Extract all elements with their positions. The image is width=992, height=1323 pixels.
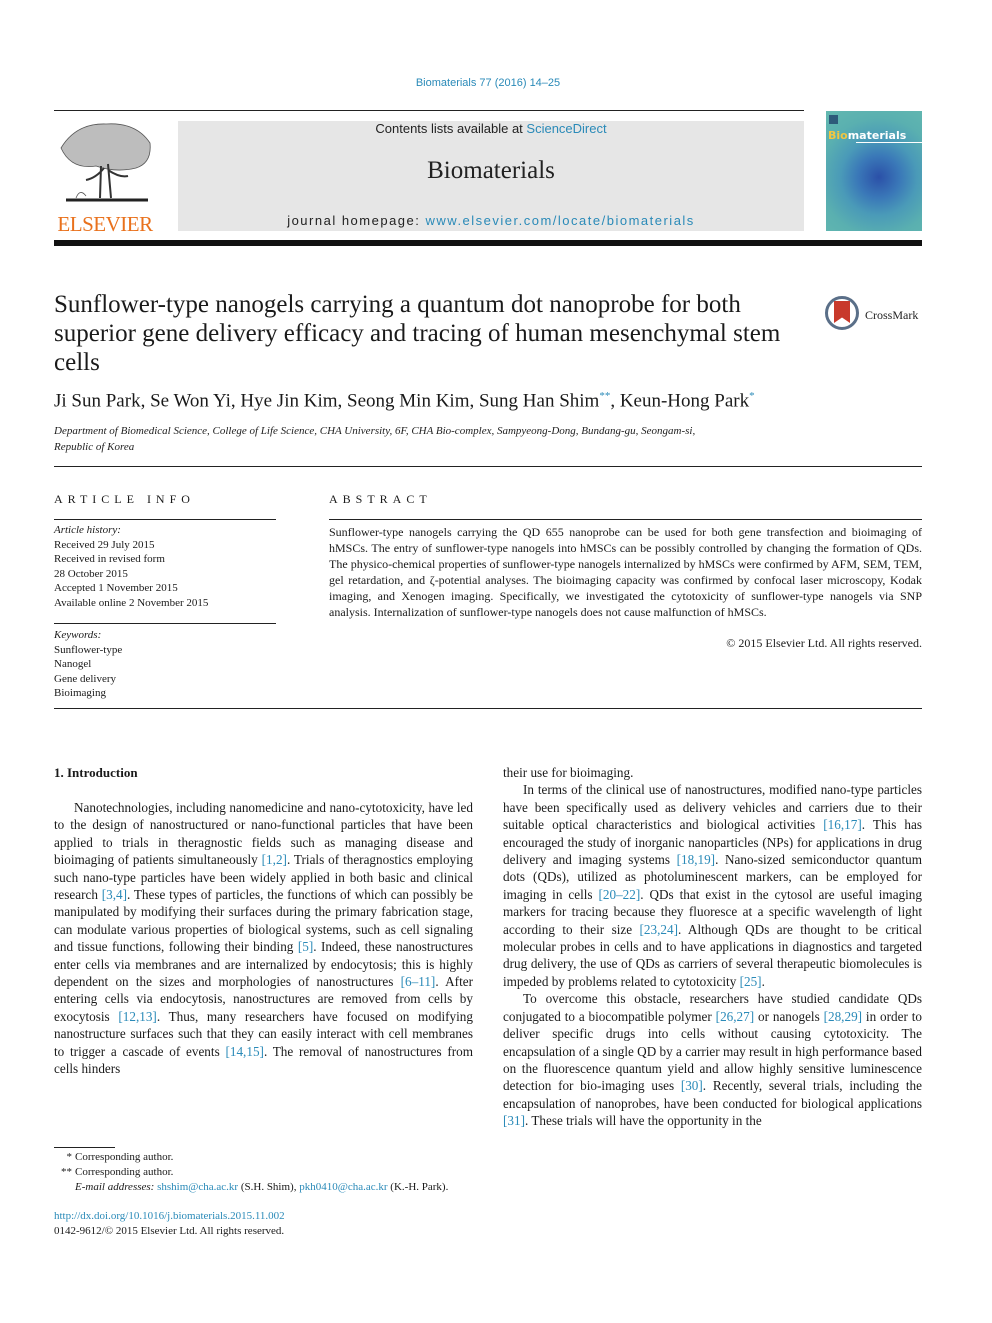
corresponding-author-mark[interactable]: * [749, 390, 755, 402]
history-item: Received in revised form [54, 553, 165, 565]
article-history: Article history: Received 29 July 2015 R… [54, 523, 279, 610]
keyword: Sunflower-type [54, 643, 123, 656]
header-rule [54, 110, 804, 111]
cover-title: Biomaterials [828, 129, 906, 142]
journal-homepage-link[interactable]: www.elsevier.com/locate/biomaterials [426, 213, 695, 228]
abstract-heading: ABSTRACT [329, 492, 432, 506]
author-list: Ji Sun Park, Se Won Yi, Hye Jin Kim, Seo… [54, 390, 755, 412]
sciencedirect-link[interactable]: ScienceDirect [526, 121, 606, 136]
issn-copyright: 0142-9612/© 2015 Elsevier Ltd. All right… [54, 1225, 285, 1237]
history-item: 28 October 2015 [54, 567, 128, 580]
homepage-line: journal homepage: www.elsevier.com/locat… [178, 213, 804, 228]
crossmark-label: CrossMark [865, 308, 919, 322]
email-addresses: E-mail addresses: shshim@cha.ac.kr (S.H.… [54, 1180, 484, 1195]
keyword: Gene delivery [54, 672, 116, 685]
citation-link[interactable]: [5] [298, 939, 313, 954]
citation-link[interactable]: [6–11] [401, 974, 436, 989]
footnote-mark: ** [61, 1166, 72, 1178]
history-label: Article history: [54, 524, 121, 536]
affiliation: Department of Biomedical Science, Colleg… [54, 423, 814, 455]
citation-link[interactable]: [23,24] [640, 922, 678, 937]
elsevier-tree-icon [60, 123, 151, 202]
citation-link[interactable]: [16,17] [823, 817, 861, 832]
history-item: Received 29 July 2015 [54, 538, 155, 551]
body-paragraph: Nanotechnologies, including nanomedicine… [54, 800, 474, 1077]
body-paragraph: In terms of the clinical use of nanostru… [503, 782, 923, 989]
article-info-heading: ARTICLE INFO [54, 492, 195, 506]
email-owner: (S.H. Shim), [238, 1181, 300, 1193]
citation-link[interactable]: [31] [503, 1113, 525, 1128]
article-info-rule [54, 519, 276, 520]
cover-title-bio: Bio [828, 129, 848, 142]
email-owner: (K.-H. Park). [387, 1181, 449, 1193]
history-item: Accepted 1 November 2015 [54, 582, 178, 594]
body-paragraph: To overcome this obstacle, researchers h… [503, 991, 922, 1129]
author-name: Sung Han Shim [478, 390, 600, 412]
author-name: Keun-Hong Park [619, 390, 750, 412]
email-link-park[interactable]: pkh0410@cha.ac.kr [299, 1181, 387, 1193]
history-item: Available online 2 November 2015 [54, 596, 209, 609]
crossmark-button[interactable]: CrossMark [825, 296, 925, 336]
footnotes: * Corresponding author. ** Corresponding a… [54, 1150, 484, 1195]
masthead-rule [54, 240, 922, 246]
citation-link[interactable]: [1,2] [262, 852, 287, 867]
abstract-bottom-rule [54, 708, 922, 709]
abstract-text: Sunflower-type nanogels carrying the QD … [329, 525, 922, 619]
article-title: Sunflower-type nanogels carrying a quant… [54, 291, 781, 376]
contents-line: Contents lists available at ScienceDirec… [178, 121, 804, 136]
footnote-text: Corresponding author. [75, 1151, 174, 1163]
section-heading-introduction: 1. Introduction [54, 765, 138, 780]
author-name: Se Won Yi [150, 390, 231, 412]
doi-link[interactable]: http://dx.doi.org/10.1016/j.biomaterials… [54, 1210, 285, 1222]
title-rule [54, 466, 922, 467]
abstract-rule [329, 519, 922, 520]
journal-cover-image[interactable]: Biomaterials [826, 111, 922, 231]
citation-link[interactable]: [14,15] [225, 1044, 263, 1059]
footnote: ** Corresponding author. [54, 1165, 484, 1180]
body-column-right: their use for bioimaging. In terms of the… [503, 764, 922, 1130]
footnote-rule [54, 1147, 115, 1148]
journal-name: Biomaterials [427, 157, 555, 184]
author-name: Ji Sun Park [54, 390, 141, 412]
body-column-left: Nanotechnologies, including nanomedicine… [54, 799, 473, 1078]
contents-prefix: Contents lists available at [375, 121, 527, 136]
corresponding-author-mark[interactable]: ** [599, 390, 610, 402]
homepage-prefix: journal homepage: [287, 213, 426, 228]
journal-masthead: Contents lists available at ScienceDirec… [178, 121, 804, 231]
citation-link[interactable]: [28,29] [824, 1009, 862, 1024]
citation-link[interactable]: [26,27] [716, 1009, 754, 1024]
affiliation-line: Department of Biomedical Science, Colleg… [54, 425, 696, 437]
citation-link[interactable]: [30] [681, 1078, 703, 1093]
keywords-label: Keywords: [54, 629, 102, 641]
cover-publisher-badge [829, 115, 838, 124]
email-label: E-mail addresses: [75, 1181, 155, 1193]
footnote: * Corresponding author. [54, 1150, 484, 1165]
citation-link[interactable]: [3,4] [102, 887, 127, 902]
keyword: Bioimaging [54, 687, 106, 699]
cover-title-rest: materials [847, 129, 907, 142]
author-name: Seong Min Kim [347, 390, 470, 412]
keywords: Keywords: Sunflower-type Nanogel Gene de… [54, 628, 279, 701]
footnote-mark: * [66, 1151, 73, 1163]
cover-rule [856, 142, 922, 143]
keywords-rule [54, 623, 276, 624]
citation-link[interactable]: [12,13] [118, 1009, 156, 1024]
footnote-text: Corresponding author. [75, 1166, 174, 1178]
body-paragraph: their use for bioimaging. [503, 765, 634, 780]
elsevier-logo[interactable]: ELSEVIER [54, 118, 156, 236]
author-name: Hye Jin Kim [240, 390, 338, 412]
journal-citation-link[interactable]: Biomaterials 77 (2016) 14–25 [0, 77, 976, 89]
affiliation-line: Republic of Korea [54, 441, 135, 453]
email-link-shim[interactable]: shshim@cha.ac.kr [157, 1181, 238, 1193]
citation-link[interactable]: [18,19] [677, 852, 715, 867]
citation-link[interactable]: [25] [740, 974, 762, 989]
elsevier-wordmark: ELSEVIER [57, 212, 153, 236]
citation-link[interactable]: [20–22] [599, 887, 641, 902]
keyword: Nanogel [54, 658, 92, 670]
abstract-copyright: © 2015 Elsevier Ltd. All rights reserved… [726, 636, 922, 650]
